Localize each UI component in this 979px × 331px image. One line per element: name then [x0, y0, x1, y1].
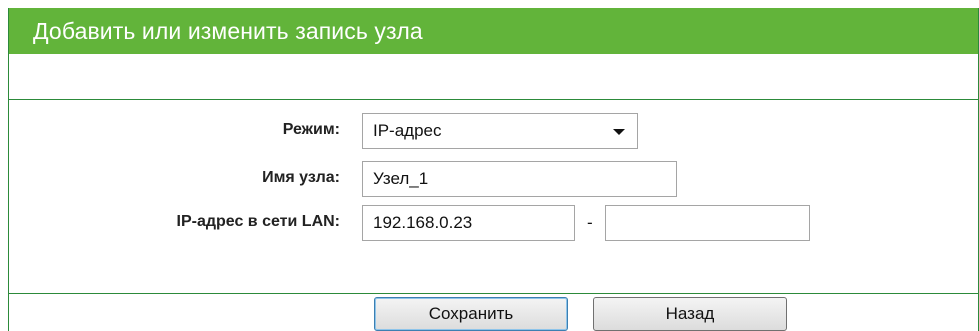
lan-ip-start-input[interactable]: 192.168.0.23	[362, 205, 575, 241]
top-divider	[9, 99, 978, 100]
chevron-down-icon	[613, 129, 625, 135]
bottom-divider	[9, 293, 978, 294]
host-name-input[interactable]: Узел_1	[362, 161, 677, 197]
ip-range-separator: -	[587, 213, 593, 232]
host-entry-panel: Добавить или изменить запись узла Режим:…	[8, 8, 979, 331]
lan-ip-row: IP-адрес в сети LAN: 192.168.0.23 -	[9, 205, 978, 241]
mode-select[interactable]: IP-адрес	[362, 113, 638, 149]
host-name-value: Узел_1	[373, 169, 429, 188]
lan-ip-label: IP-адрес в сети LAN:	[176, 213, 341, 230]
lan-ip-start-value: 192.168.0.23	[373, 213, 473, 232]
mode-row: Режим: IP-адрес	[9, 113, 978, 149]
save-button[interactable]: Сохранить	[374, 297, 568, 331]
mode-select-value: IP-адрес	[373, 121, 442, 140]
host-name-label: Имя узла:	[262, 169, 340, 186]
back-button[interactable]: Назад	[593, 297, 787, 331]
page-title: Добавить или изменить запись узла	[33, 18, 423, 44]
lan-ip-end-input[interactable]	[605, 205, 810, 241]
mode-label: Режим:	[282, 121, 340, 138]
host-name-row: Имя узла: Узел_1	[9, 161, 978, 197]
title-bar: Добавить или изменить запись узла	[9, 8, 978, 54]
